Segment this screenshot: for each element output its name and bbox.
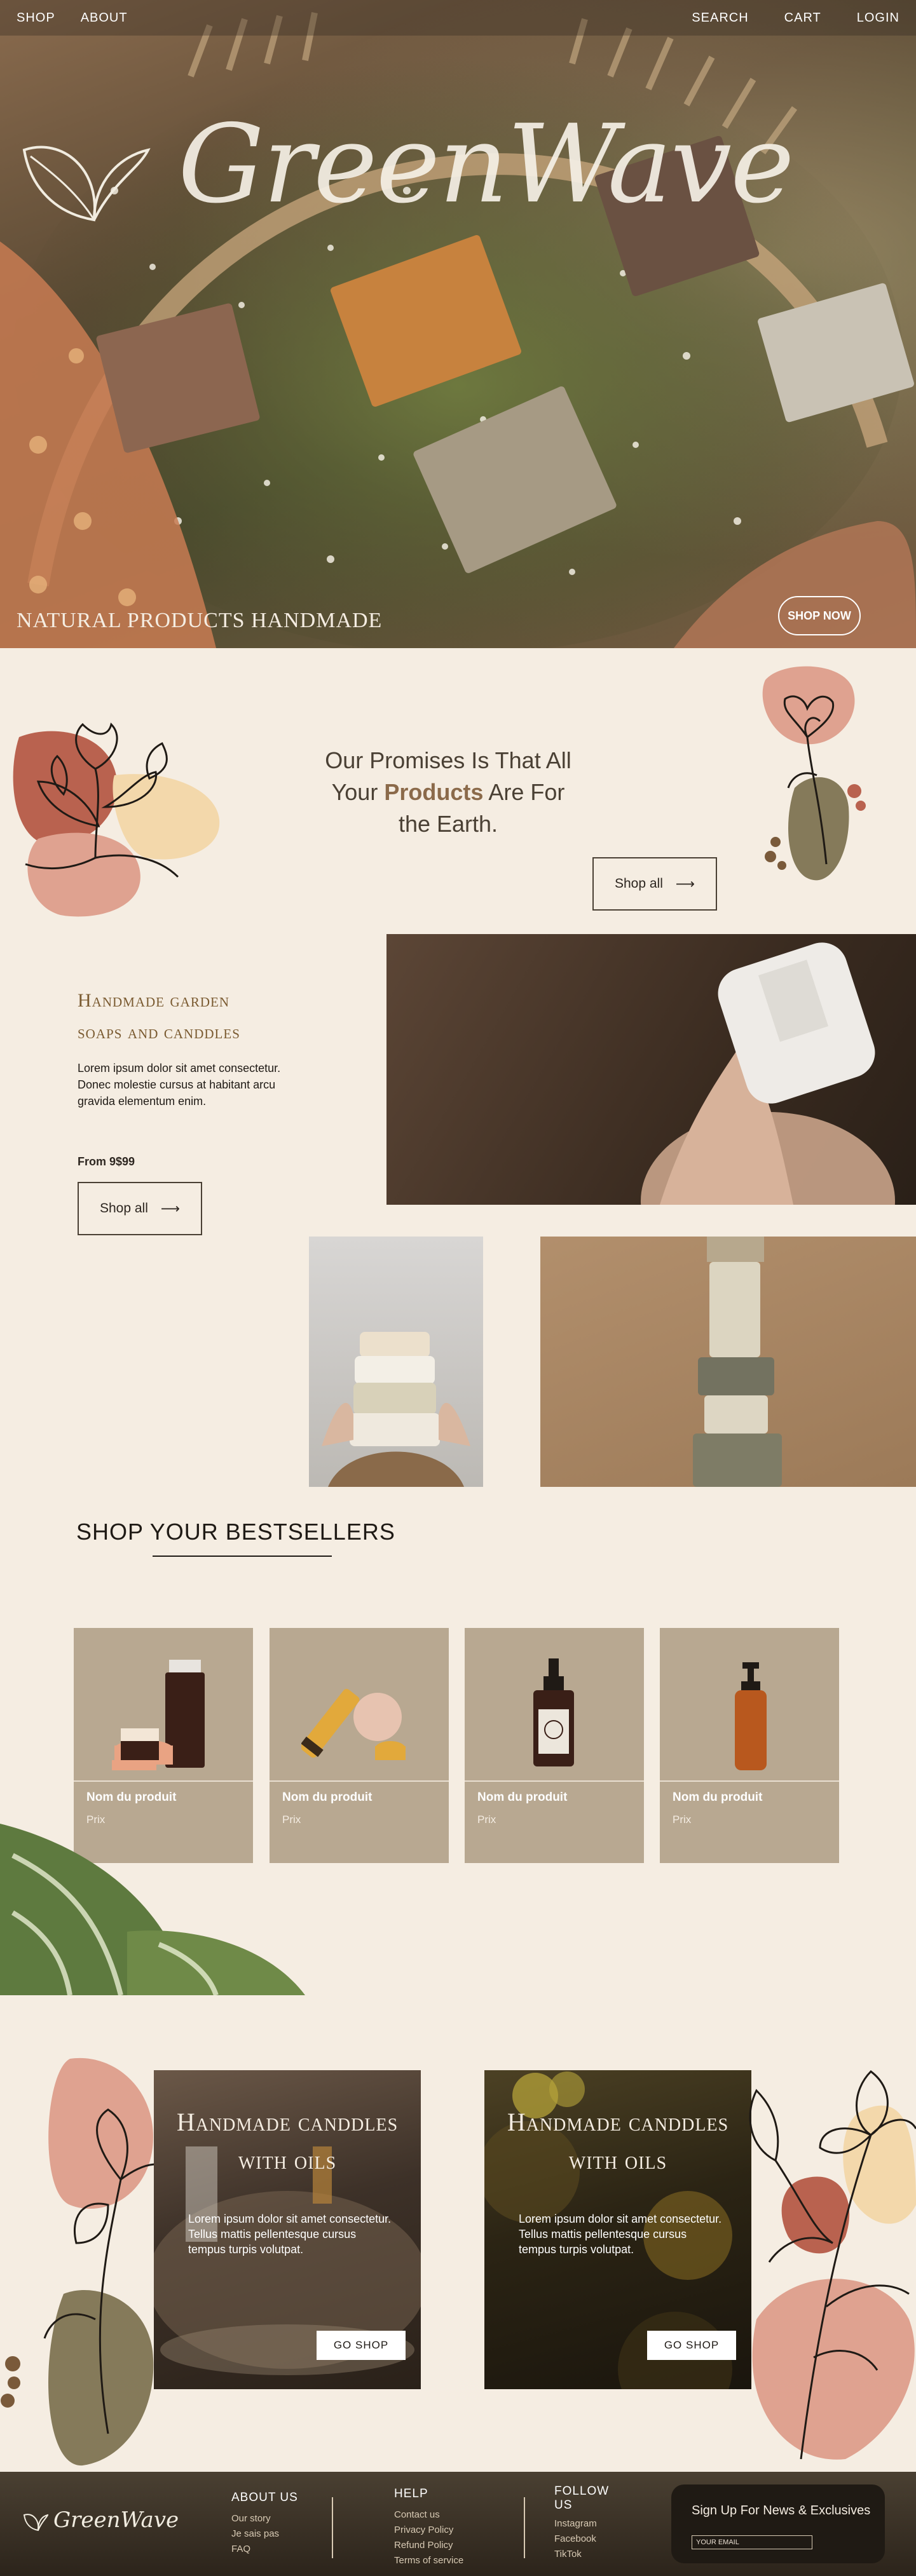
candle-promo-card: Handmade canddles with oils Lorem ipsum … <box>154 2070 421 2389</box>
product-image <box>735 1662 767 1770</box>
footer-divider <box>524 2497 525 2558</box>
candle-description: Lorem ipsum dolor sit amet consectetur. … <box>188 2213 392 2256</box>
soap-stack-head-photo <box>309 1237 483 1487</box>
shop-now-button[interactable]: SHOP NOW <box>778 596 861 635</box>
intro-description: Lorem ipsum dolor sit amet consectetur. … <box>78 1062 281 1108</box>
product-card[interactable]: Nom du produit Prix <box>660 1628 839 1863</box>
card-divider <box>270 1780 449 1782</box>
top-navigation: SHOP ABOUT SEARCH CART LOGIN <box>0 0 916 36</box>
floral-blob-left-icon <box>13 722 220 917</box>
footer-follow-column: FOLLOW US Instagram Facebook TikTok <box>554 2484 609 2562</box>
card-divider <box>465 1780 644 1782</box>
product-image <box>112 1660 205 1770</box>
footer-link-our-story[interactable]: Our story <box>231 2511 298 2526</box>
shop-all-button-promise[interactable]: Shop all ⟶ <box>592 857 717 911</box>
leaf-logo-icon <box>22 146 151 222</box>
footer-divider <box>332 2497 333 2558</box>
footer-about-column: ABOUT US Our story Je sais pas FAQ <box>231 2491 298 2557</box>
candle-title: Handmade canddles with oils <box>507 2108 729 2174</box>
footer-link-refund[interactable]: Refund Policy <box>394 2538 463 2553</box>
product-name: Nom du produit <box>282 1791 373 1804</box>
product-name: Nom du produit <box>86 1791 177 1804</box>
footer-link-contact[interactable]: Contact us <box>394 2507 463 2523</box>
footer-link-tiktok[interactable]: TikTok <box>554 2547 609 2562</box>
product-name: Nom du produit <box>673 1791 763 1804</box>
footer-heading: ABOUT US <box>231 2491 298 2504</box>
nav-search[interactable]: SEARCH <box>692 11 748 25</box>
promise-line-1: Our Promises Is That All <box>325 747 571 773</box>
promise-line-3: the Earth. <box>398 811 498 837</box>
product-price: Prix <box>477 1813 496 1826</box>
newsletter-signup: Sign Up For News & Exclusives <box>671 2484 885 2563</box>
arrow-right-icon: ⟶ <box>675 876 695 891</box>
arrow-right-icon: ⟶ <box>160 1201 180 1216</box>
product-image <box>301 1688 406 1760</box>
newsletter-title: Sign Up For News & Exclusives <box>692 2504 871 2518</box>
footer-brand: GreenWave <box>53 2507 179 2533</box>
leaf-logo-icon <box>23 2514 48 2532</box>
hero-tagline: NATURAL PRODUCTS HANDMADE <box>17 609 383 632</box>
product-image <box>533 1658 574 1766</box>
shop-all-button-intro[interactable]: Shop all ⟶ <box>78 1182 202 1235</box>
email-input[interactable] <box>692 2535 812 2549</box>
bestsellers-title: SHOP YOUR BESTSELLERS <box>76 1519 395 1545</box>
bestsellers-underline <box>153 1556 332 1557</box>
jar-in-hand-photo <box>386 934 916 1205</box>
floral-blob-right-icon <box>762 666 866 881</box>
footer-link-terms[interactable]: Terms of service <box>394 2553 463 2568</box>
footer-help-column: HELP Contact us Privacy Policy Refund Po… <box>394 2487 463 2568</box>
floral-blob-bottom-right-icon <box>749 2070 916 2460</box>
leaf-decoration-icon <box>0 1824 305 1995</box>
nav-cart[interactable]: CART <box>784 11 821 25</box>
nav-login[interactable]: LOGIN <box>857 11 899 25</box>
intro-price: From 9$99 <box>78 1155 135 1168</box>
promise-heading: Our Promises Is That All Your Products A… <box>280 745 617 840</box>
product-name: Nom du produit <box>477 1791 568 1804</box>
footer-link-je-sais-pas[interactable]: Je sais pas <box>231 2526 298 2542</box>
nav-shop[interactable]: SHOP <box>17 11 55 25</box>
candle-promo-card: Handmade canddles with oils Lorem ipsum … <box>484 2070 751 2389</box>
candle-description: Lorem ipsum dolor sit amet consectetur. … <box>519 2213 722 2256</box>
card-divider <box>660 1780 839 1782</box>
footer-link-privacy[interactable]: Privacy Policy <box>394 2523 463 2538</box>
brand-wordmark: GreenWave <box>178 102 795 227</box>
soap-tower-photo <box>540 1237 916 1487</box>
product-card[interactable]: Nom du produit Prix <box>465 1628 644 1863</box>
candle-title: Handmade canddles with oils <box>176 2108 399 2174</box>
product-price: Prix <box>673 1813 692 1826</box>
nav-about[interactable]: ABOUT <box>81 11 128 25</box>
site-footer: GreenWave ABOUT US Our story Je sais pas… <box>0 2472 916 2576</box>
hero-banner: SHOP ABOUT SEARCH CART LOGIN GreenWave N… <box>0 0 916 648</box>
footer-heading: FOLLOW US <box>554 2484 610 2512</box>
promise-highlight: Products <box>384 779 484 805</box>
footer-link-faq[interactable]: FAQ <box>231 2542 298 2557</box>
footer-heading: HELP <box>394 2487 428 2500</box>
floral-blob-bottom-left-icon <box>1 2057 172 2466</box>
go-shop-button[interactable]: GO SHOP <box>317 2331 406 2360</box>
footer-link-facebook[interactable]: Facebook <box>554 2532 609 2547</box>
footer-link-instagram[interactable]: Instagram <box>554 2516 609 2532</box>
promise-line-2: Your Products Are For <box>331 779 565 805</box>
intro-title: Handmade garden soaps and canddles <box>78 990 240 1043</box>
card-divider <box>74 1780 253 1782</box>
